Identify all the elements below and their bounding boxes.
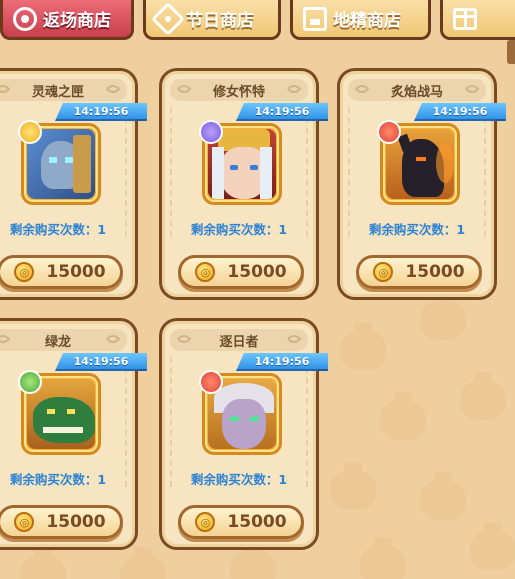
shop-icon xyxy=(303,6,327,31)
tab-goblin-shop[interactable]: 地精商店 xyxy=(290,0,431,40)
nature-element-icon xyxy=(18,370,42,394)
tab-label: 返场商店 xyxy=(43,11,111,31)
remaining-purchases: 剩余购买次数：1 xyxy=(190,222,288,237)
countdown-timer: 14:19:56 xyxy=(236,353,328,371)
shop-item-card[interactable]: 逐日者 14:19:56 剩余购买次数：1 ◎ 15000 xyxy=(159,318,328,550)
item-name-header: 逐日者 xyxy=(170,329,308,351)
gold-coin-icon: ◎ xyxy=(373,262,394,282)
tab-gift-shop[interactable] xyxy=(440,0,515,40)
countdown-timer: 14:19:56 xyxy=(55,353,147,371)
item-name-header: 炙焰战马 xyxy=(348,79,486,101)
price-value: 15000 xyxy=(227,262,287,282)
remaining-purchases: 剩余购买次数：1 xyxy=(190,472,288,487)
swirl-decoration-icon xyxy=(0,85,11,93)
buy-button[interactable]: ◎ 15000 xyxy=(178,255,304,289)
price-value: 15000 xyxy=(227,512,287,532)
buy-button[interactable]: ◎ 15000 xyxy=(0,505,123,539)
festival-icon xyxy=(151,1,185,36)
return-icon xyxy=(13,6,37,31)
item-name-header: 绿龙 xyxy=(0,329,127,351)
shop-item-card[interactable]: 绿龙 14:19:56 剩余购买次数：1 ◎ 15000 xyxy=(0,318,147,550)
shop-tab-bar: 返场商店 节日商店 地精商店 xyxy=(0,0,515,44)
buy-button[interactable]: ◎ 15000 xyxy=(178,505,304,539)
countdown-timer: 14:19:56 xyxy=(55,103,147,121)
swirl-decoration-icon xyxy=(106,85,121,93)
shop-item-card[interactable]: 炙焰战马 14:19:56 剩余购买次数：1 ◎ 15000 xyxy=(337,68,506,300)
tab-label: 节日商店 xyxy=(186,11,254,31)
remaining-purchases: 剩余购买次数：1 xyxy=(368,222,466,237)
tab-scroll-indicator xyxy=(507,40,515,64)
item-portrait xyxy=(199,120,282,205)
swirl-decoration-icon xyxy=(0,335,11,343)
gift-icon xyxy=(453,7,477,30)
gold-coin-icon: ◎ xyxy=(195,262,216,282)
swirl-decoration-icon xyxy=(287,85,302,93)
item-name: 灵魂之匣 xyxy=(31,84,84,100)
holy-element-icon xyxy=(18,120,42,144)
fire-element-icon xyxy=(199,370,223,394)
swirl-decoration-icon xyxy=(287,335,302,343)
swirl-decoration-icon xyxy=(465,85,480,93)
countdown-timer: 14:19:56 xyxy=(414,103,506,121)
item-name-header: 灵魂之匣 xyxy=(0,79,127,101)
shop-item-card[interactable]: 修女怀特 14:19:56 剩余购买次数：1 ◎ 15000 xyxy=(159,68,328,300)
item-name: 修女怀特 xyxy=(212,84,265,100)
item-name: 逐日者 xyxy=(219,334,259,350)
buy-button[interactable]: ◎ 15000 xyxy=(0,255,123,289)
countdown-timer: 14:19:56 xyxy=(236,103,328,121)
item-name: 绿龙 xyxy=(44,334,71,350)
tab-label: 地精商店 xyxy=(333,11,401,31)
item-name-header: 修女怀特 xyxy=(170,79,308,101)
price-value: 15000 xyxy=(46,512,106,532)
price-value: 15000 xyxy=(46,262,106,282)
price-value: 15000 xyxy=(405,262,465,282)
remaining-purchases: 剩余购买次数：1 xyxy=(9,472,107,487)
swirl-decoration-icon xyxy=(177,335,192,343)
gold-coin-icon: ◎ xyxy=(14,262,35,282)
item-portrait xyxy=(18,120,101,205)
swirl-decoration-icon xyxy=(177,85,192,93)
shop-item-card[interactable]: 灵魂之匣 14:19:56 剩余购买次数：1 ◎ 15000 xyxy=(0,68,147,300)
swirl-decoration-icon xyxy=(355,85,370,93)
buy-button[interactable]: ◎ 15000 xyxy=(356,255,482,289)
swirl-decoration-icon xyxy=(106,335,121,343)
item-portrait xyxy=(377,120,460,205)
item-portrait xyxy=(18,370,101,455)
remaining-purchases: 剩余购买次数：1 xyxy=(9,222,107,237)
item-name: 炙焰战马 xyxy=(390,84,443,100)
tab-return-shop[interactable]: 返场商店 xyxy=(0,0,134,40)
gold-coin-icon: ◎ xyxy=(14,512,35,532)
item-portrait xyxy=(199,370,282,455)
fire-element-icon xyxy=(377,120,401,144)
arcane-element-icon xyxy=(199,120,223,144)
tab-festival-shop[interactable]: 节日商店 xyxy=(143,0,281,40)
gold-coin-icon: ◎ xyxy=(195,512,216,532)
